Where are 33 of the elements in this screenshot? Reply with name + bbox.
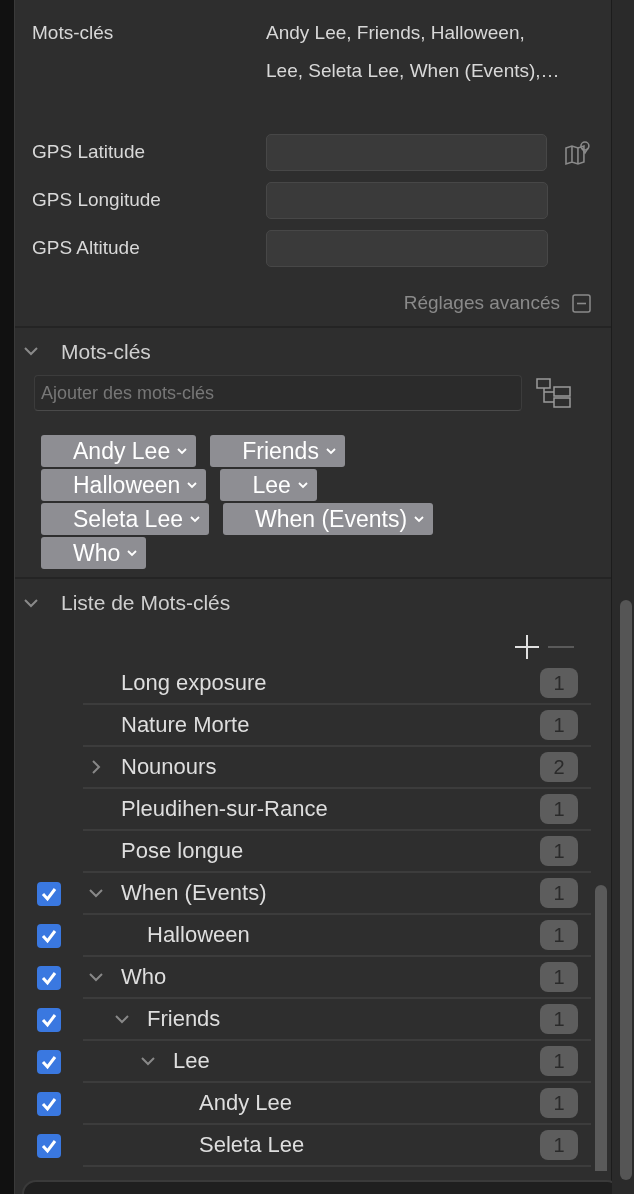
caret-icon[interactable]: [176, 447, 189, 455]
caret-icon[interactable]: [126, 549, 139, 557]
field-value: Andy Lee, Friends, Halloween,: [266, 21, 526, 45]
text-field[interactable]: [266, 134, 548, 171]
tree-view-icon[interactable]: [536, 378, 572, 408]
checkbox[interactable]: [37, 1049, 61, 1074]
checkbox[interactable]: [37, 1007, 61, 1032]
checkbox[interactable]: [37, 881, 61, 906]
section-title: Mots-clés: [61, 338, 151, 365]
add-icon[interactable]: [513, 632, 541, 661]
section-title: Liste de Mots-clés: [61, 590, 231, 616]
field-value: Lee, Seleta Lee, When (Events),…: [266, 59, 560, 83]
checkbox[interactable]: [37, 965, 61, 990]
field-label: GPS Longitude: [32, 188, 162, 213]
field-label: Mots-clés: [32, 21, 115, 45]
scrollbar-thumb[interactable]: [595, 884, 607, 1171]
caret-icon[interactable]: [186, 481, 199, 489]
checkbox[interactable]: [37, 1091, 61, 1116]
advanced-settings-link[interactable]: Réglages avancés: [403, 289, 560, 318]
scrollbar-thumb[interactable]: [620, 600, 632, 1180]
text-field[interactable]: [266, 230, 548, 267]
collapse-icon[interactable]: [572, 293, 591, 313]
text-field[interactable]: [266, 182, 548, 219]
caret-icon[interactable]: [189, 515, 201, 523]
checkbox[interactable]: [37, 1133, 61, 1158]
keyword-input[interactable]: Ajouter des mots-clés: [34, 375, 522, 411]
field-label: GPS Altitude: [32, 236, 141, 261]
map-icon[interactable]: [564, 139, 591, 166]
checkbox[interactable]: [37, 923, 61, 948]
caret-icon[interactable]: [296, 481, 309, 489]
caret-icon[interactable]: [324, 447, 337, 455]
field-label: GPS Latitude: [32, 140, 147, 165]
caret-icon[interactable]: [413, 515, 426, 523]
